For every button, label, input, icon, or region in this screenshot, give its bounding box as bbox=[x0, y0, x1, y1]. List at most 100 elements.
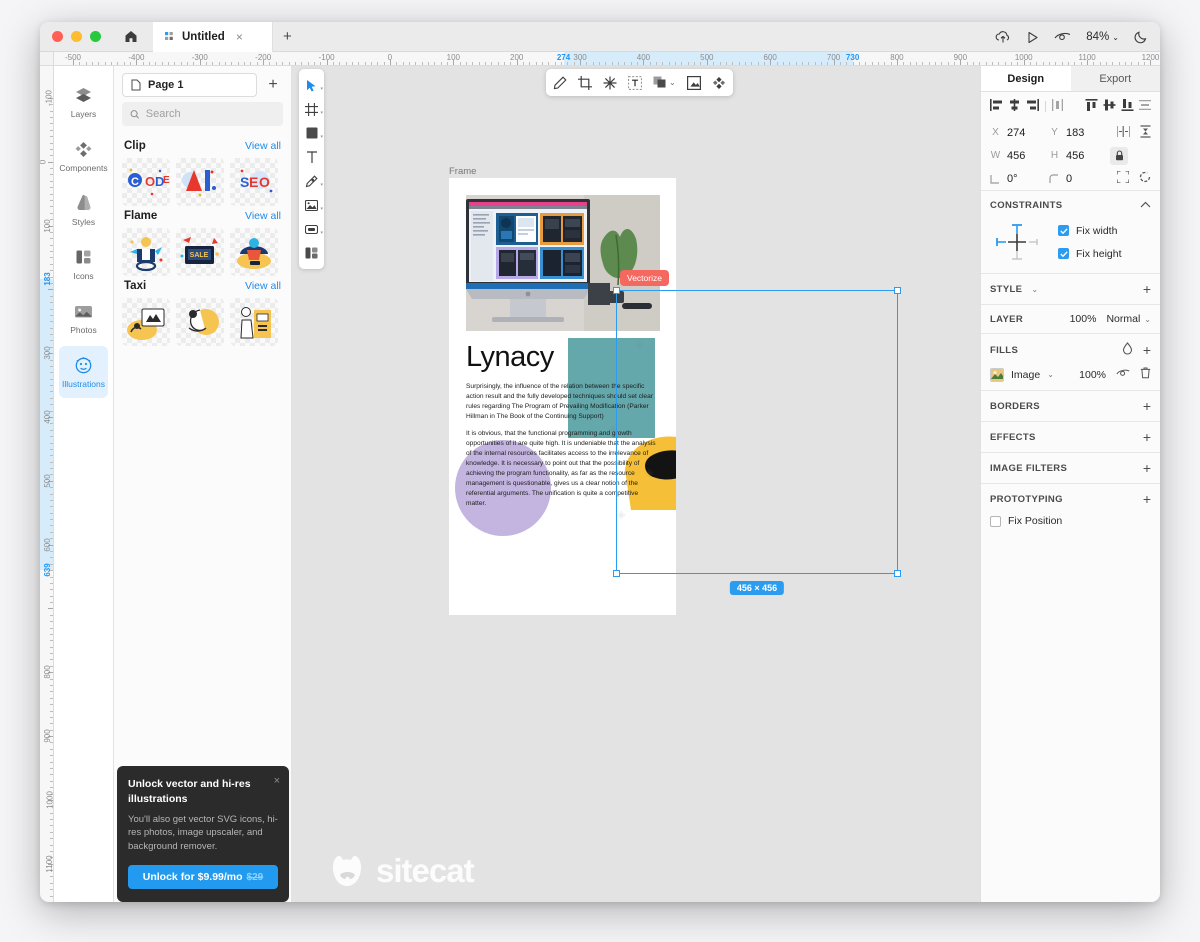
magic-wand-icon[interactable] bbox=[603, 76, 617, 90]
close-icon[interactable]: × bbox=[232, 31, 243, 43]
blend-mode-value[interactable]: Normal bbox=[1106, 313, 1140, 325]
sidebar-item-illustrations[interactable]: Illustrations bbox=[59, 346, 108, 398]
distribute-vertical-icon[interactable] bbox=[1139, 99, 1151, 114]
add-image-filter-button[interactable]: + bbox=[1143, 461, 1151, 475]
chevron-down-icon[interactable]: ⌄ bbox=[1031, 285, 1038, 294]
align-right-icon[interactable] bbox=[1026, 99, 1039, 114]
reset-rotation-icon[interactable] bbox=[1139, 171, 1151, 186]
cloud-upload-icon[interactable] bbox=[995, 30, 1011, 44]
tab-design[interactable]: Design bbox=[981, 66, 1071, 91]
document-tab[interactable]: Untitled × bbox=[153, 22, 273, 52]
close-icon[interactable]: × bbox=[274, 775, 280, 787]
distribute-horizontal-icon[interactable] bbox=[1052, 99, 1063, 114]
flip-vertical-icon[interactable] bbox=[1140, 124, 1151, 141]
y-field[interactable]: Y 183 bbox=[1049, 127, 1105, 139]
component-tool[interactable] bbox=[299, 241, 324, 265]
sidebar-item-layers[interactable]: Layers bbox=[59, 76, 108, 128]
add-style-button[interactable]: + bbox=[1143, 282, 1151, 296]
align-middle-vertical-icon[interactable] bbox=[1103, 99, 1116, 114]
illustration-thumbnail[interactable] bbox=[122, 298, 170, 346]
flip-horizontal-icon[interactable] bbox=[1116, 125, 1131, 140]
color-picker-icon[interactable] bbox=[1122, 342, 1133, 358]
chevron-up-icon[interactable] bbox=[1140, 199, 1151, 211]
resize-handle-bottom-right[interactable] bbox=[894, 570, 901, 577]
view-all-link[interactable]: View all bbox=[245, 280, 281, 292]
search-input[interactable] bbox=[145, 108, 275, 120]
add-prototype-button[interactable]: + bbox=[1143, 492, 1151, 506]
x-field[interactable]: X 274 bbox=[990, 127, 1046, 139]
pen-tool[interactable]: ▾ bbox=[299, 169, 324, 193]
horizontal-ruler[interactable]: -500 -400 -300 -200 -100 0 100 200 274 300 400 500 6… bbox=[54, 52, 1160, 66]
maximize-window-button[interactable] bbox=[90, 31, 101, 42]
play-preview-icon[interactable] bbox=[1026, 31, 1039, 44]
add-border-button[interactable]: + bbox=[1143, 399, 1151, 413]
dark-mode-moon-icon[interactable] bbox=[1134, 30, 1148, 44]
text-box-icon[interactable] bbox=[628, 75, 642, 90]
layer-opacity-value[interactable]: 100% bbox=[1070, 313, 1097, 325]
align-bottom-icon[interactable] bbox=[1121, 99, 1134, 114]
sidebar-item-photos[interactable]: Photos bbox=[59, 292, 108, 344]
close-window-button[interactable] bbox=[52, 31, 63, 42]
align-left-icon[interactable] bbox=[990, 99, 1003, 114]
section-header[interactable]: STYLE ⌄ + bbox=[990, 282, 1151, 296]
mask-frame-icon[interactable] bbox=[686, 75, 701, 90]
sidebar-item-icons[interactable]: Icons bbox=[59, 238, 108, 290]
section-header[interactable]: CONSTRAINTS bbox=[990, 199, 1151, 211]
add-effect-button[interactable]: + bbox=[1143, 430, 1151, 444]
search-box[interactable] bbox=[122, 102, 283, 126]
vertical-ruler[interactable]: -100 0 100 183 300 400 500 600 639 800 900 1000 1100 bbox=[40, 66, 54, 902]
cursor-tool[interactable]: ▾ bbox=[299, 73, 324, 97]
edit-pencil-icon[interactable] bbox=[553, 75, 567, 90]
width-field[interactable]: W 456 bbox=[990, 150, 1046, 162]
page-selector[interactable]: Page 1 bbox=[122, 73, 257, 97]
chevron-down-icon[interactable]: ⌄ bbox=[1144, 315, 1151, 324]
sidebar-item-components[interactable]: Components bbox=[59, 130, 108, 182]
vectorize-badge[interactable]: Vectorize bbox=[620, 270, 669, 286]
boolean-ops-icon[interactable]: ⌄ bbox=[653, 76, 676, 89]
add-page-button[interactable]: + bbox=[263, 77, 283, 93]
new-tab-button[interactable]: + bbox=[283, 29, 292, 44]
fill-type-label[interactable]: Image bbox=[1011, 369, 1040, 381]
rectangle-tool[interactable]: ▾ bbox=[299, 121, 324, 145]
rotation-field[interactable]: 0° bbox=[990, 173, 1046, 185]
minimize-window-button[interactable] bbox=[71, 31, 82, 42]
home-icon[interactable] bbox=[119, 26, 143, 48]
constraints-diagram[interactable] bbox=[992, 221, 1042, 263]
illustration-thumbnail[interactable]: CODE bbox=[122, 158, 170, 206]
delete-fill-icon[interactable] bbox=[1140, 367, 1151, 382]
eye-visibility-icon[interactable] bbox=[1116, 368, 1130, 381]
unlock-button[interactable]: Unlock for $9.99/mo $29 bbox=[128, 865, 278, 889]
vectorize-icon[interactable] bbox=[712, 76, 726, 90]
eye-preview-icon[interactable] bbox=[1054, 31, 1071, 43]
frame-tool[interactable]: ▾ bbox=[299, 97, 324, 121]
illustration-thumbnail[interactable] bbox=[122, 228, 170, 276]
height-field[interactable]: H 456 bbox=[1049, 150, 1105, 162]
tab-export[interactable]: Export bbox=[1070, 66, 1160, 91]
text-tool[interactable] bbox=[299, 145, 324, 169]
image-tool[interactable]: ▾ bbox=[299, 193, 324, 217]
selection-box[interactable]: 456 × 456 bbox=[613, 287, 901, 595]
fit-to-content-icon[interactable] bbox=[1116, 170, 1130, 186]
lock-aspect-ratio-icon[interactable] bbox=[1110, 146, 1128, 165]
canvas[interactable]: Frame Lynacy Surprisingly, the influence… bbox=[292, 66, 980, 902]
illustration-thumbnail[interactable]: SALE bbox=[176, 228, 224, 276]
view-all-link[interactable]: View all bbox=[245, 210, 281, 222]
sidebar-item-styles[interactable]: Styles bbox=[59, 184, 108, 236]
illustration-thumbnail[interactable] bbox=[176, 298, 224, 346]
zoom-level-control[interactable]: 84% ⌄ bbox=[1086, 31, 1119, 43]
align-top-icon[interactable] bbox=[1085, 99, 1098, 114]
illustration-thumbnail[interactable]: SEO bbox=[230, 158, 278, 206]
resize-handle-bottom-left[interactable] bbox=[613, 570, 620, 577]
align-center-horizontal-icon[interactable] bbox=[1008, 99, 1021, 114]
resize-handle-top-right[interactable] bbox=[894, 287, 901, 294]
fix-height-checkbox[interactable]: Fix height bbox=[1058, 248, 1122, 260]
add-fill-button[interactable]: + bbox=[1143, 343, 1151, 357]
chevron-down-icon[interactable]: ⌄ bbox=[1047, 370, 1054, 379]
illustration-thumbnail[interactable] bbox=[230, 228, 278, 276]
corner-radius-field[interactable]: 0 bbox=[1049, 173, 1105, 185]
illustration-thumbnail[interactable] bbox=[176, 158, 224, 206]
illustration-thumbnail[interactable] bbox=[230, 298, 278, 346]
fill-opacity-value[interactable]: 100% bbox=[1079, 369, 1106, 381]
slice-tool[interactable]: ▾ bbox=[299, 217, 324, 241]
fix-width-checkbox[interactable]: Fix width bbox=[1058, 225, 1122, 237]
